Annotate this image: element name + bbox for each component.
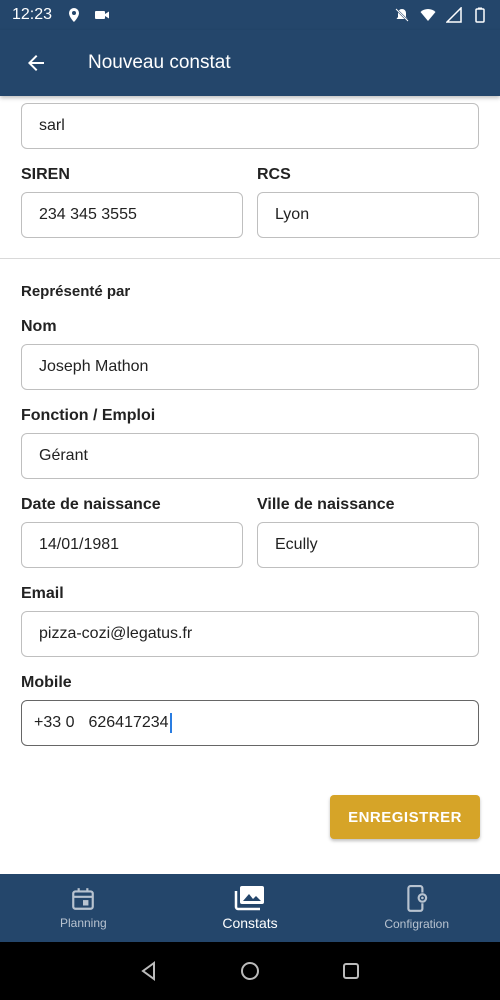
- system-navigation-bar: [0, 942, 500, 1000]
- siren-field[interactable]: 234 345 3555: [21, 192, 243, 238]
- location-icon: [69, 8, 80, 22]
- wifi-icon: [420, 9, 436, 21]
- battery-icon: [475, 7, 485, 23]
- email-label: Email: [21, 585, 64, 602]
- video-icon: [95, 11, 110, 19]
- email-field[interactable]: pizza-cozi@legatus.fr: [21, 611, 479, 657]
- home-circle-icon[interactable]: [239, 960, 261, 982]
- nom-field[interactable]: Joseph Mathon: [21, 344, 479, 390]
- text-cursor: [169, 713, 172, 733]
- bottom-navigation: Planning Constats Configration: [0, 874, 500, 942]
- nav-configuration[interactable]: Configration: [333, 874, 500, 942]
- signal-icon: [446, 7, 462, 23]
- nav-planning-label: Planning: [59, 916, 107, 930]
- back-triangle-icon[interactable]: [139, 961, 159, 981]
- ville-naissance-label: Ville de naissance: [257, 496, 395, 513]
- mobile-field[interactable]: +33 0 626417234: [21, 700, 479, 746]
- form-content[interactable]: sarl SIREN RCS 234 345 3555 Lyon Représe…: [0, 96, 500, 874]
- mobile-number: 626417234: [88, 714, 169, 731]
- bell-off-icon: [395, 8, 409, 22]
- page-title: Nouveau constat: [88, 52, 231, 73]
- date-naissance-field[interactable]: 14/01/1981: [21, 522, 243, 568]
- siren-label: SIREN: [21, 166, 70, 183]
- back-button[interactable]: [16, 43, 56, 83]
- rcs-label: RCS: [257, 166, 291, 183]
- arrow-back-icon: [28, 55, 44, 71]
- nom-label: Nom: [21, 318, 57, 335]
- phone-settings-icon: [406, 885, 428, 912]
- photos-icon: [234, 886, 264, 911]
- represente-par-heading: Représenté par: [21, 283, 131, 300]
- nav-constats-label: Constats: [222, 915, 278, 931]
- app-bar: Nouveau constat: [0, 30, 500, 96]
- fonction-field[interactable]: Gérant: [21, 433, 479, 479]
- save-button[interactable]: ENREGISTRER: [330, 795, 480, 839]
- section-divider: [0, 258, 500, 259]
- status-bar: 12:23: [0, 0, 500, 30]
- date-naissance-label: Date de naissance: [21, 496, 161, 513]
- recents-square-icon[interactable]: [341, 961, 361, 981]
- mobile-prefix[interactable]: +33 0: [34, 714, 74, 732]
- nav-configuration-label: Configration: [384, 917, 450, 931]
- ville-naissance-field[interactable]: Ecully: [257, 522, 479, 568]
- nav-constats[interactable]: Constats: [167, 874, 334, 942]
- calendar-icon: [72, 888, 95, 910]
- rcs-field[interactable]: Lyon: [257, 192, 479, 238]
- status-time: 12:23: [12, 6, 53, 23]
- mobile-label: Mobile: [21, 674, 72, 691]
- forme-juridique-field[interactable]: sarl: [21, 103, 479, 149]
- fonction-label: Fonction / Emploi: [21, 407, 156, 424]
- nav-planning[interactable]: Planning: [0, 874, 167, 942]
